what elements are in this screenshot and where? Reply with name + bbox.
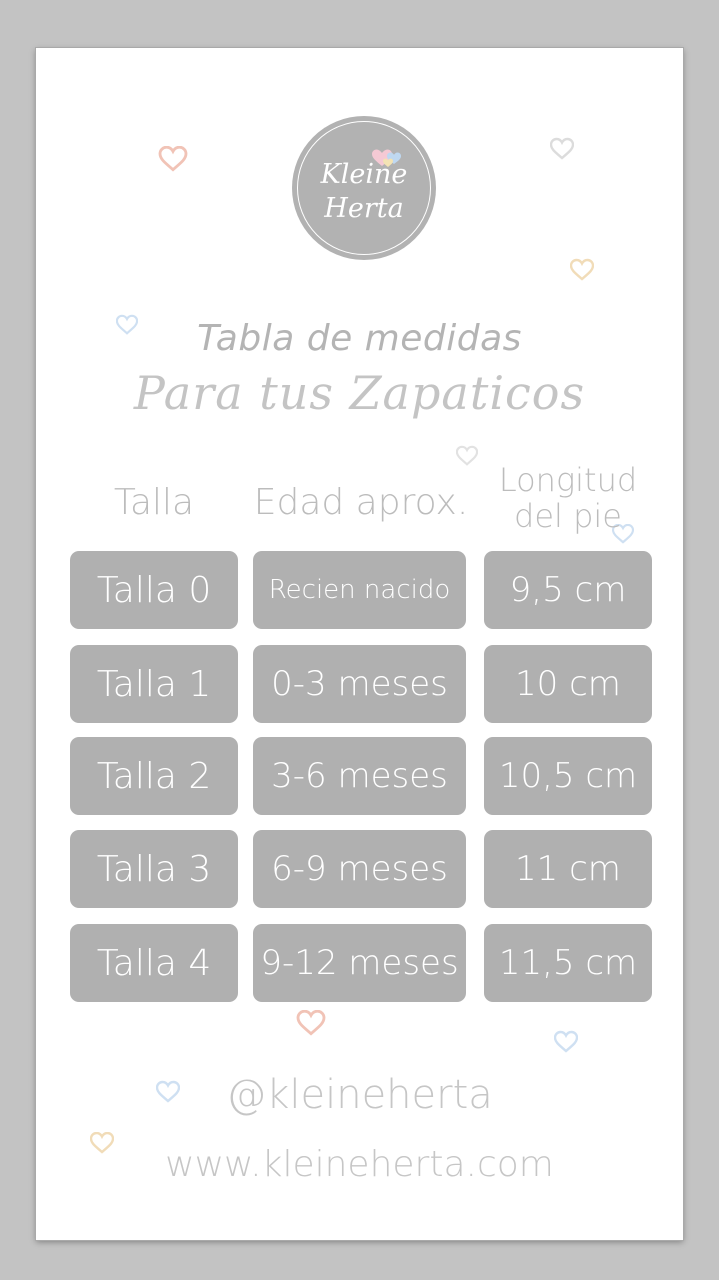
cell-age: 3-6 meses [253, 737, 466, 815]
social-handle: @kleineherta [226, 1072, 493, 1118]
cell-age: 6-9 meses [253, 830, 466, 908]
column-header-size: Talla [113, 482, 195, 523]
heart-icon [456, 444, 478, 468]
brand-name-line1: Kleine [320, 159, 408, 190]
heart-icon [294, 1010, 328, 1036]
cell-size: Talla 2 [70, 737, 238, 815]
cell-size: Talla 4 [70, 924, 238, 1002]
heart-icon [570, 258, 594, 282]
page-subtitle: Para tus Zapaticos [133, 366, 586, 420]
cell-age: 0-3 meses [253, 645, 466, 723]
cell-length: 10,5 cm [484, 737, 652, 815]
heart-icon [554, 1030, 578, 1054]
column-header-length: Longitud del pie [484, 462, 652, 534]
brand-logo: Kleine Herta [292, 116, 436, 260]
size-chart-card: Kleine Herta Tabla de medidas Para tus Z… [36, 48, 683, 1240]
cell-size: Talla 3 [70, 830, 238, 908]
cell-size: Talla 0 [70, 551, 238, 629]
cell-length: 9,5 cm [484, 551, 652, 629]
column-header-age: Edad aprox. [253, 482, 469, 523]
cell-length: 11,5 cm [484, 924, 652, 1002]
cell-age: 9-12 meses [253, 924, 466, 1002]
column-header-length-line1: Longitud [498, 461, 638, 499]
cell-length: 10 cm [484, 645, 652, 723]
heart-icon [550, 136, 574, 162]
cell-age: Recien nacido [253, 551, 466, 629]
website-url: www.kleineherta.com [165, 1144, 554, 1185]
heart-icon [156, 146, 190, 172]
page-title: Tabla de medidas [197, 318, 522, 359]
cell-length: 11 cm [484, 830, 652, 908]
cell-size: Talla 1 [70, 645, 238, 723]
column-header-length-line2: del pie [514, 497, 622, 535]
brand-name-line2: Herta [324, 193, 404, 224]
